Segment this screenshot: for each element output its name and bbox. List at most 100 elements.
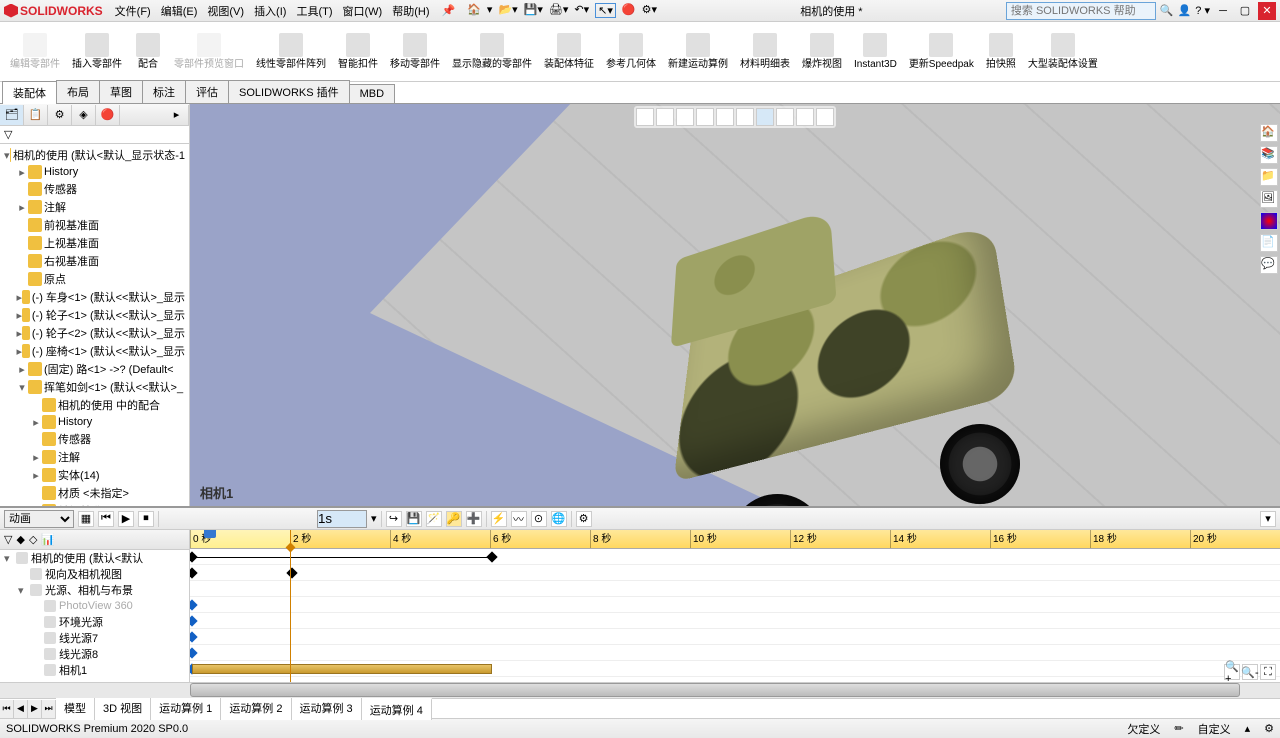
- search-icon[interactable]: 🔍: [1160, 4, 1174, 17]
- tree-item[interactable]: 材质 <未指定>: [2, 484, 187, 502]
- close-button[interactable]: ✕: [1258, 2, 1276, 20]
- ribbon-button[interactable]: 装配体特征: [538, 24, 600, 79]
- filter-bar[interactable]: ▽: [0, 126, 189, 144]
- motion-options-icon[interactable]: ⚙: [576, 511, 592, 527]
- tree-item[interactable]: 传感器: [2, 180, 187, 198]
- tree-item[interactable]: 传感器: [2, 430, 187, 448]
- tree-item[interactable]: 前视基准面: [2, 216, 187, 234]
- tree-item[interactable]: 原点: [2, 270, 187, 288]
- motion-tree-item[interactable]: 线光源7: [0, 630, 189, 646]
- save-icon[interactable]: 💾▾: [524, 3, 543, 18]
- status-settings-icon[interactable]: ⚙: [1264, 722, 1274, 735]
- status-dropdown-icon[interactable]: ▴: [1245, 722, 1251, 735]
- minimize-button[interactable]: ─: [1214, 2, 1232, 20]
- play-icon[interactable]: ▶: [118, 511, 134, 527]
- scene-icon[interactable]: [796, 108, 814, 126]
- bottom-tab[interactable]: 运动算例 2: [221, 698, 291, 720]
- tab-last-icon[interactable]: ⏭: [42, 700, 56, 718]
- help-search-input[interactable]: [1006, 2, 1156, 20]
- rebuild-icon[interactable]: 🔴: [622, 3, 636, 18]
- resources-tab-icon[interactable]: 🏠: [1260, 124, 1278, 142]
- anim-wizard-icon[interactable]: 🪄: [426, 511, 442, 527]
- menu-item[interactable]: 插入(I): [250, 1, 290, 21]
- command-tab[interactable]: MBD: [349, 84, 395, 103]
- addkey-icon[interactable]: ➕: [466, 511, 482, 527]
- zoom-out-tl-icon[interactable]: 🔍-: [1242, 664, 1258, 680]
- bottom-tab[interactable]: 运动算例 4: [362, 698, 432, 720]
- motor-icon[interactable]: ⚡: [491, 511, 507, 527]
- view-orientation-icon[interactable]: [716, 108, 734, 126]
- zoom-fit-tl-icon[interactable]: ⛶: [1260, 664, 1276, 680]
- bottom-tab[interactable]: 运动算例 3: [292, 698, 362, 720]
- contact-icon[interactable]: ⊙: [531, 511, 547, 527]
- motion-tree-item[interactable]: 视向及相机视图: [0, 566, 189, 582]
- section-view-icon[interactable]: [696, 108, 714, 126]
- command-tab[interactable]: 草图: [99, 80, 143, 103]
- spring-icon[interactable]: 〰: [511, 511, 527, 527]
- motion-tree[interactable]: ▽ ◆ ◇ 📊 ▾相机的使用 (默认<默认视向及相机视图▾光源、相机与布景Pho…: [0, 530, 190, 682]
- options-icon[interactable]: ⚙▾: [642, 3, 657, 18]
- command-tab[interactable]: 评估: [185, 80, 229, 103]
- help-icon[interactable]: ? ▾: [1195, 4, 1210, 17]
- tree-item[interactable]: ▸注解: [2, 198, 187, 216]
- playback-speed-input[interactable]: [317, 510, 367, 528]
- user-icon[interactable]: 👤: [1178, 4, 1192, 17]
- motion-type-select[interactable]: 动画: [4, 510, 74, 528]
- motion-tree-item[interactable]: ▾相机的使用 (默认<默认: [0, 550, 189, 566]
- tree-item[interactable]: ▸(-) 轮子<2> (默认<<默认>_显示: [2, 324, 187, 342]
- playhead[interactable]: [290, 530, 291, 682]
- dimxpert-tab[interactable]: ◈: [72, 105, 96, 125]
- home-icon[interactable]: 🏠: [467, 3, 481, 18]
- gravity-icon[interactable]: 🌐: [551, 511, 567, 527]
- maximize-button[interactable]: ▢: [1236, 2, 1254, 20]
- tree-item[interactable]: ▸(-) 轮子<1> (默认<<默认>_显示: [2, 306, 187, 324]
- open-icon[interactable]: 📂▾: [498, 3, 517, 18]
- design-lib-tab-icon[interactable]: 📚: [1260, 146, 1278, 164]
- filter-results-icon[interactable]: 📊: [41, 533, 55, 546]
- command-tab[interactable]: SOLIDWORKS 插件: [228, 80, 350, 103]
- display-style-icon[interactable]: [736, 108, 754, 126]
- tree-item[interactable]: ▸History: [2, 164, 187, 180]
- ribbon-button[interactable]: 智能扣件: [332, 24, 384, 79]
- ribbon-button[interactable]: 插入零部件: [66, 24, 128, 79]
- pin-icon[interactable]: 📌: [442, 4, 456, 17]
- expand-icon[interactable]: ▸: [165, 105, 189, 125]
- file-explorer-tab-icon[interactable]: 📁: [1260, 168, 1278, 186]
- hide-show-icon[interactable]: [756, 108, 774, 126]
- tree-item[interactable]: 相机的使用 中的配合: [2, 396, 187, 414]
- menu-item[interactable]: 文件(F): [111, 1, 155, 21]
- timeline[interactable]: 0 秒2 秒4 秒6 秒8 秒10 秒12 秒14 秒16 秒18 秒20 秒 …: [190, 530, 1280, 682]
- stop-icon[interactable]: ⏹: [138, 511, 154, 527]
- bottom-tab[interactable]: 3D 视图: [95, 698, 151, 720]
- status-edit-icon[interactable]: ✏: [1174, 722, 1183, 735]
- play-start-icon[interactable]: ⏮: [98, 511, 114, 527]
- motion-tree-item[interactable]: 线光源8: [0, 646, 189, 662]
- ribbon-button[interactable]: 线性零部件阵列: [250, 24, 332, 79]
- save-anim-icon[interactable]: 💾: [406, 511, 422, 527]
- tree-item[interactable]: ▸History: [2, 414, 187, 430]
- menu-item[interactable]: 视图(V): [203, 1, 248, 21]
- zoom-in-tl-icon[interactable]: 🔍+: [1224, 664, 1240, 680]
- tree-item[interactable]: ▸(固定) 路<1> ->? (Default<: [2, 360, 187, 378]
- appearance-icon[interactable]: [776, 108, 794, 126]
- tree-item[interactable]: 上视基准面: [2, 234, 187, 252]
- command-tab[interactable]: 装配体: [2, 81, 57, 104]
- time-ruler[interactable]: 0 秒2 秒4 秒6 秒8 秒10 秒12 秒14 秒16 秒18 秒20 秒: [190, 530, 1280, 549]
- motion-tree-item[interactable]: 相机1: [0, 662, 189, 678]
- select-icon[interactable]: ↖▾: [595, 3, 616, 18]
- ribbon-button[interactable]: 大型装配体设置: [1022, 24, 1104, 79]
- command-tab[interactable]: 布局: [56, 80, 100, 103]
- tree-item[interactable]: ▾相机的使用 (默认<默认_显示状态-1: [2, 146, 187, 164]
- graphics-viewport[interactable]: ─ ▢ ✕ 相机1 🏠 📚 📁 🖼 📄 💬: [190, 104, 1280, 506]
- ribbon-button[interactable]: 配合: [128, 24, 168, 79]
- ribbon-button[interactable]: 爆炸视图: [796, 24, 848, 79]
- motion-tree-item[interactable]: PhotoView 360: [0, 598, 189, 614]
- feature-tree[interactable]: ▾相机的使用 (默认<默认_显示状态-1▸History传感器▸注解前视基准面上…: [0, 144, 189, 506]
- ribbon-button[interactable]: 材料明细表: [734, 24, 796, 79]
- undo-icon[interactable]: ↶▾: [574, 3, 589, 18]
- filter-selected-icon[interactable]: ◇: [29, 533, 37, 546]
- bottom-tab[interactable]: 运动算例 1: [151, 698, 221, 720]
- menu-item[interactable]: 编辑(E): [157, 1, 202, 21]
- command-tab[interactable]: 标注: [142, 80, 186, 103]
- motion-tree-item[interactable]: ▾光源、相机与布景: [0, 582, 189, 598]
